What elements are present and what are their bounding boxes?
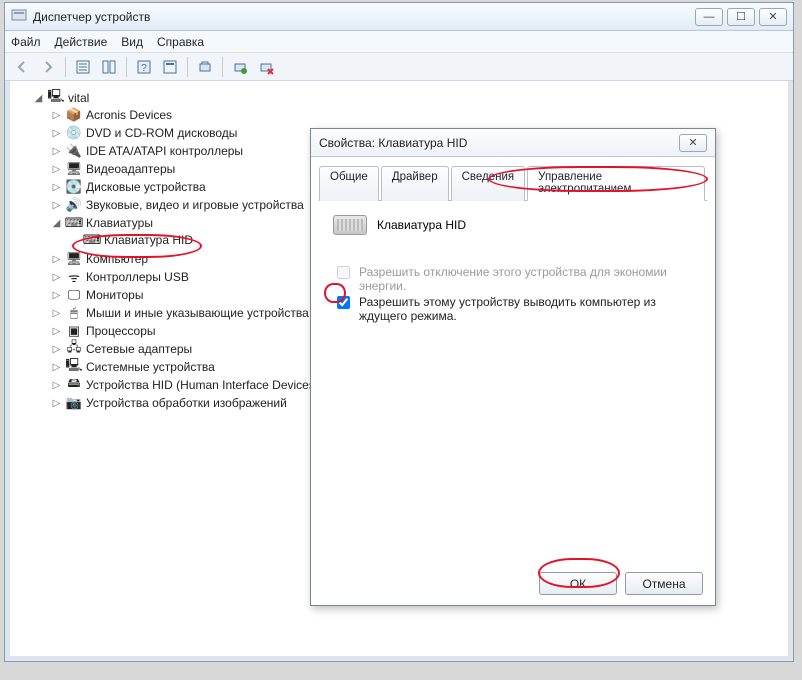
- expand-icon[interactable]: ▷: [51, 380, 62, 391]
- back-button[interactable]: [11, 56, 33, 78]
- tree-item-label: Видеоадаптеры: [86, 162, 175, 176]
- expand-icon[interactable]: ▷: [51, 272, 62, 283]
- menu-action[interactable]: Действие: [55, 35, 108, 49]
- allow-turn-off-checkbox: [337, 266, 350, 279]
- tree-item-label: Мыши и иные указывающие устройства: [86, 306, 309, 320]
- tab-general[interactable]: Общие: [319, 166, 379, 201]
- toolbar: ?: [5, 53, 793, 81]
- device-category-icon: ▣: [66, 323, 82, 339]
- maximize-button[interactable]: ☐: [727, 8, 755, 26]
- keyboard-icon: [333, 215, 367, 235]
- tree-item-label: Клавиатуры: [86, 216, 153, 230]
- tree-item-label: IDE ATA/ATAPI контроллеры: [86, 144, 243, 158]
- tree-item-label: Дисковые устройства: [86, 180, 206, 194]
- menu-file[interactable]: Файл: [11, 35, 41, 49]
- svg-text:?: ?: [141, 63, 147, 74]
- expand-icon[interactable]: ▷: [51, 398, 62, 409]
- ok-button[interactable]: ОК: [539, 572, 617, 595]
- window-icon: [11, 7, 27, 26]
- computer-icon: 🖳: [48, 90, 64, 106]
- minimize-button[interactable]: —: [695, 8, 723, 26]
- expand-icon[interactable]: ▷: [51, 254, 62, 265]
- menu-help[interactable]: Справка: [157, 35, 204, 49]
- tree-item-label: Компьютер: [86, 252, 148, 266]
- tree-item-label: Системные устройства: [86, 360, 215, 374]
- tree-item-label: Мониторы: [86, 288, 143, 302]
- tree-item-label: Сетевые адаптеры: [86, 342, 192, 356]
- menu-view[interactable]: Вид: [121, 35, 143, 49]
- tab-details[interactable]: Сведения: [451, 166, 526, 201]
- device-category-icon: 🔌: [66, 143, 82, 159]
- tree-item-label: Звуковые, видео и игровые устройства: [86, 198, 304, 212]
- tree-item-label: Устройства HID (Human Interface Devices): [86, 378, 319, 392]
- device-category-icon: 📦: [66, 107, 82, 123]
- tree-item[interactable]: ▷ 📦 Acronis Devices: [51, 107, 783, 123]
- menu-bar: Файл Действие Вид Справка: [5, 31, 793, 53]
- device-category-icon: ⌨: [66, 215, 82, 231]
- expand-icon[interactable]: ▷: [51, 146, 62, 157]
- allow-wake-label: Разрешить этому устройству выводить комп…: [359, 295, 693, 323]
- device-category-icon: 💽: [66, 179, 82, 195]
- device-category-icon: ᯤ: [66, 269, 82, 285]
- tab-strip: Общие Драйвер Сведения Управление электр…: [319, 165, 707, 201]
- dialog-title: Свойства: Клавиатура HID: [319, 136, 467, 150]
- tab-power-management[interactable]: Управление электропитанием: [527, 166, 705, 201]
- tab-panel-power: Клавиатура HID Разрешить отключение этог…: [319, 201, 707, 573]
- toolbar-help-icon[interactable]: ?: [133, 56, 155, 78]
- expand-icon[interactable]: ▷: [51, 128, 62, 139]
- expand-icon[interactable]: ▷: [51, 110, 62, 121]
- expand-icon[interactable]: ▷: [51, 344, 62, 355]
- tree-root[interactable]: ◢ 🖳 vital: [33, 90, 783, 106]
- expand-icon[interactable]: ▷: [51, 326, 62, 337]
- properties-dialog: Свойства: Клавиатура HID ✕ Общие Драйвер…: [310, 128, 716, 606]
- dialog-titlebar[interactable]: Свойства: Клавиатура HID ✕: [311, 129, 715, 157]
- expand-icon[interactable]: ▷: [51, 362, 62, 373]
- device-category-icon: 🖴: [66, 377, 82, 393]
- device-category-icon: 🖧: [66, 341, 82, 357]
- device-category-icon: 🖥: [66, 161, 82, 177]
- device-category-icon: 💿: [66, 125, 82, 141]
- allow-wake-checkbox[interactable]: [337, 296, 350, 309]
- expand-icon[interactable]: ▷: [51, 164, 62, 175]
- tab-driver[interactable]: Драйвер: [381, 166, 449, 201]
- toolbar-enable-icon[interactable]: [229, 56, 251, 78]
- tree-item-label: Acronis Devices: [86, 108, 172, 122]
- dialog-close-button[interactable]: ✕: [679, 134, 707, 152]
- allow-turn-off-row: Разрешить отключение этого устройства дл…: [333, 265, 693, 293]
- device-category-icon: 📷: [66, 395, 82, 411]
- toolbar-scan-icon[interactable]: [194, 56, 216, 78]
- forward-button[interactable]: [37, 56, 59, 78]
- tree-item-label: Контроллеры USB: [86, 270, 189, 284]
- device-category-icon: 🖳: [66, 359, 82, 375]
- tree-item-label: DVD и CD-ROM дисководы: [86, 126, 237, 140]
- cancel-button[interactable]: Отмена: [625, 572, 703, 595]
- collapse-icon[interactable]: ◢: [51, 218, 62, 229]
- toolbar-detail-icon[interactable]: [72, 56, 94, 78]
- device-icon: ⌨: [84, 232, 100, 248]
- tree-item-label: Клавиатура HID: [104, 233, 193, 247]
- expand-icon[interactable]: ▷: [51, 200, 62, 211]
- close-button[interactable]: ✕: [759, 8, 787, 26]
- toolbar-list-icon[interactable]: [98, 56, 120, 78]
- tree-root-label: vital: [68, 91, 89, 105]
- device-category-icon: 🖵: [66, 287, 82, 303]
- toolbar-disable-icon[interactable]: [255, 56, 277, 78]
- allow-wake-row[interactable]: Разрешить этому устройству выводить комп…: [333, 295, 693, 323]
- expand-icon[interactable]: ▷: [51, 182, 62, 193]
- collapse-icon[interactable]: ◢: [33, 93, 44, 104]
- expand-icon[interactable]: ▷: [51, 290, 62, 301]
- allow-turn-off-label: Разрешить отключение этого устройства дл…: [359, 265, 693, 293]
- toolbar-properties-icon[interactable]: [159, 56, 181, 78]
- titlebar[interactable]: Диспетчер устройств — ☐ ✕: [5, 3, 793, 31]
- tree-item-label: Процессоры: [86, 324, 156, 338]
- device-name-label: Клавиатура HID: [377, 218, 466, 232]
- device-category-icon: 🖥: [66, 251, 82, 267]
- device-category-icon: 🔊: [66, 197, 82, 213]
- window-title: Диспетчер устройств: [33, 10, 150, 24]
- expand-icon[interactable]: ▷: [51, 308, 62, 319]
- tree-item-label: Устройства обработки изображений: [86, 396, 287, 410]
- device-category-icon: 🖱: [66, 305, 82, 321]
